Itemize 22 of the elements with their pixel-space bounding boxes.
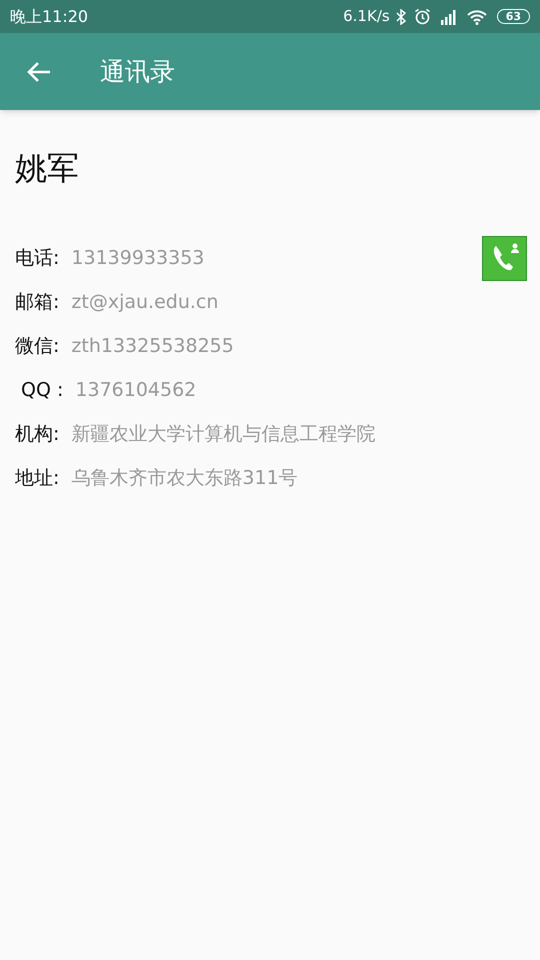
field-label: 邮箱: <box>15 290 60 315</box>
status-time: 晚上11:20 <box>10 6 88 28</box>
field-value: 新疆农业大学计算机与信息工程学院 <box>71 422 376 447</box>
field-value: 乌鲁木齐市农大东路311号 <box>71 466 298 491</box>
bluetooth-icon <box>396 8 406 24</box>
call-button[interactable] <box>482 236 527 280</box>
contact-name: 姚军 <box>15 148 80 189</box>
field-value: 13139933353 <box>71 246 204 271</box>
field-label: 微信: <box>15 334 60 359</box>
field-label: 地址: <box>15 466 60 491</box>
field-value: zth13325538255 <box>71 334 234 359</box>
field-label: 电话: <box>15 246 60 271</box>
wifi-icon <box>466 8 487 24</box>
field-label: QQ : <box>20 378 64 403</box>
app-bar-title: 通讯录 <box>100 56 175 88</box>
field-value: zt@xjau.edu.cn <box>71 290 218 315</box>
back-arrow-icon <box>26 60 52 82</box>
field-label: 机构: <box>15 422 60 447</box>
battery-indicator: 63 <box>496 9 530 24</box>
field-value: 1376104562 <box>75 378 196 403</box>
alarm-icon <box>414 8 431 25</box>
network-speed: 6.1K/s <box>343 6 390 28</box>
